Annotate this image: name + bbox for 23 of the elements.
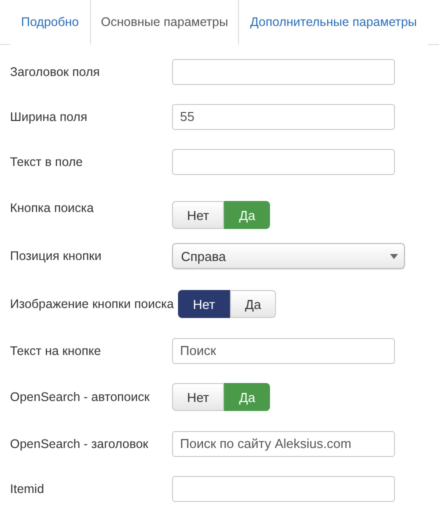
field-label: OpenSearch - заголовок bbox=[10, 436, 150, 450]
field-label: Текст в поле bbox=[10, 154, 84, 168]
field-label: OpenSearch - автопоиск bbox=[10, 390, 151, 404]
tab[interactable]: Основные параметры bbox=[90, 0, 240, 45]
field-label: Кнопка поиска bbox=[10, 201, 95, 215]
text-field[interactable]: Поиск по сайту Aleksius.com bbox=[172, 430, 395, 456]
text-field[interactable] bbox=[172, 58, 395, 84]
toggle-option[interactable]: Нет bbox=[172, 201, 224, 229]
text-field[interactable] bbox=[172, 148, 395, 174]
dropdown[interactable]: Справа bbox=[172, 243, 405, 269]
caret-icon bbox=[390, 254, 398, 258]
toggle-option[interactable]: Нет bbox=[178, 290, 230, 318]
text-field[interactable]: 55 bbox=[172, 104, 395, 130]
toggle-option[interactable]: Нет bbox=[172, 383, 224, 411]
text-field[interactable]: Поиск bbox=[172, 338, 395, 364]
field-label: Текст на кнопке bbox=[10, 344, 102, 358]
toggle-option[interactable]: Да bbox=[230, 290, 276, 318]
text-field[interactable] bbox=[172, 476, 395, 502]
field-label: Изображение кнопки поиска bbox=[10, 297, 175, 311]
field-label: Позиция кнопки bbox=[10, 249, 102, 263]
field-label: Itemid bbox=[10, 482, 46, 496]
field-label: Ширина поля bbox=[10, 110, 88, 124]
field-label: Заголовок поля bbox=[10, 64, 101, 78]
